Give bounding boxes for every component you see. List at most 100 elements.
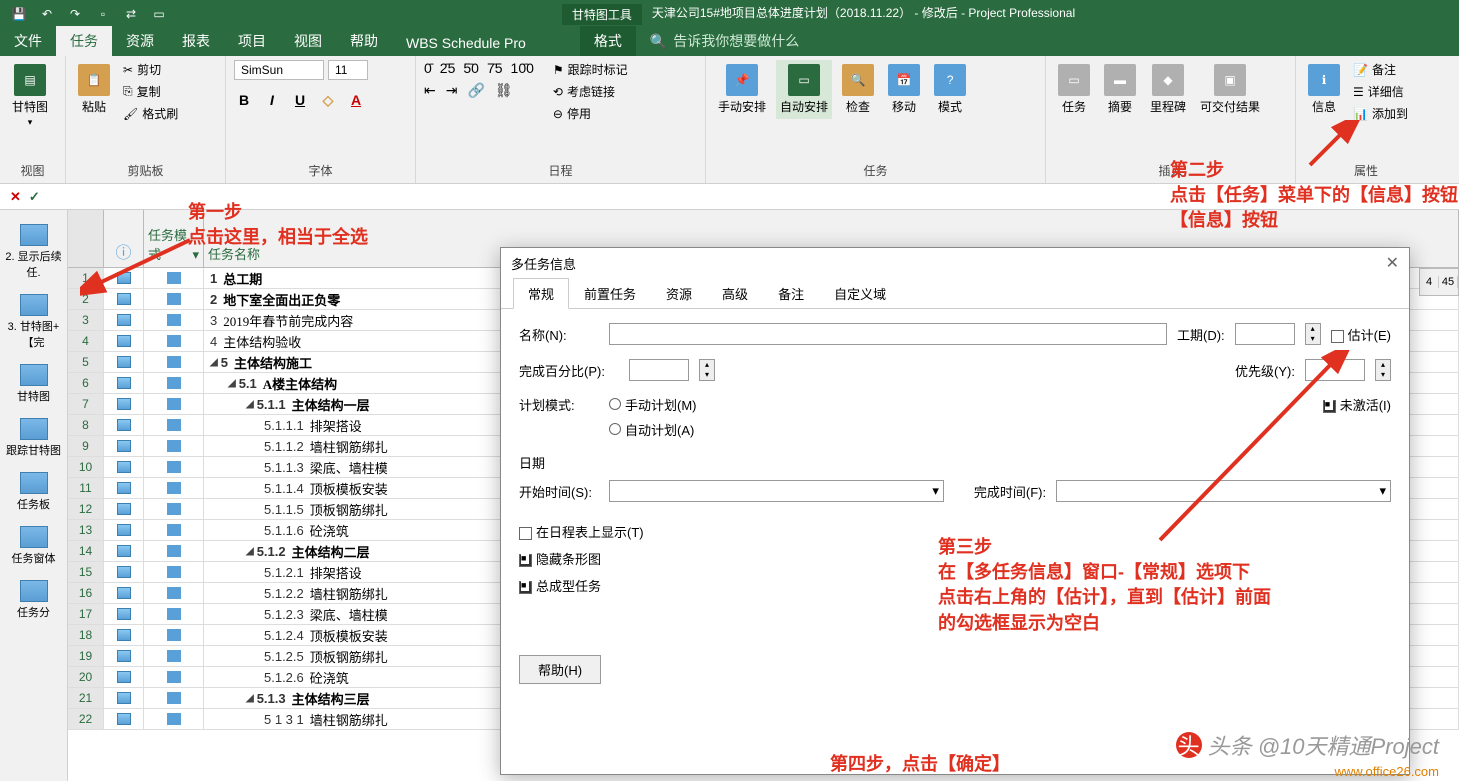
undo-icon[interactable]: ↶: [36, 3, 58, 25]
row-number[interactable]: 8: [68, 415, 104, 435]
pct75-button[interactable]: 7̄5: [487, 60, 503, 76]
row-number[interactable]: 5: [68, 352, 104, 372]
percent-complete-input[interactable]: [629, 359, 689, 381]
outdent-button[interactable]: ⇤: [424, 82, 436, 99]
indent-button[interactable]: ⇥: [446, 82, 458, 99]
confirm-entry-icon[interactable]: ✓: [25, 189, 44, 205]
name-input[interactable]: [609, 323, 1167, 345]
help-button[interactable]: 帮助(H): [519, 655, 601, 684]
pct50-button[interactable]: 5̄0: [463, 60, 479, 76]
tab-help[interactable]: 帮助: [336, 26, 392, 56]
row-number[interactable]: 11: [68, 478, 104, 498]
qat-btn-2[interactable]: ⇄: [120, 3, 142, 25]
pct100-button[interactable]: 10̄0: [511, 60, 534, 76]
unlink-button[interactable]: ⛓: [495, 82, 513, 99]
row-number[interactable]: 6: [68, 373, 104, 393]
dialog-tab-resources[interactable]: 资源: [651, 278, 707, 309]
row-number[interactable]: 16: [68, 583, 104, 603]
tab-format[interactable]: 格式: [580, 26, 636, 56]
manual-schedule-button[interactable]: 📌手动安排: [714, 60, 770, 119]
row-number[interactable]: 22: [68, 709, 104, 729]
bold-button[interactable]: B: [234, 92, 254, 109]
tab-wbs[interactable]: WBS Schedule Pro: [392, 30, 540, 56]
priority-spinner[interactable]: ▴▾: [1375, 359, 1391, 381]
row-number[interactable]: 15: [68, 562, 104, 582]
dialog-tab-advanced[interactable]: 高级: [707, 278, 763, 309]
row-number[interactable]: 4: [68, 331, 104, 351]
respect-links-button[interactable]: ⟲考虑链接: [550, 82, 631, 101]
milestone-button[interactable]: ◆里程碑: [1146, 60, 1190, 119]
inspect-button[interactable]: 🔍检查: [838, 60, 878, 119]
save-icon[interactable]: 💾: [8, 3, 30, 25]
sidepanel-item-6[interactable]: 任务窗体: [8, 522, 60, 570]
row-number[interactable]: 7: [68, 394, 104, 414]
details-button[interactable]: ☰详细信: [1350, 82, 1411, 101]
tab-resource[interactable]: 资源: [112, 26, 168, 56]
sidepanel-item-5[interactable]: 任务板: [13, 468, 54, 516]
information-button[interactable]: ℹ信息: [1304, 60, 1344, 119]
duration-spinner[interactable]: ▴▾: [1305, 323, 1321, 345]
row-number[interactable]: 10: [68, 457, 104, 477]
show-on-timeline-checkbox[interactable]: [519, 527, 532, 540]
auto-plan-radio[interactable]: [609, 423, 621, 435]
summary-button[interactable]: ▬摘要: [1100, 60, 1140, 119]
auto-schedule-button[interactable]: ▭自动安排: [776, 60, 832, 119]
hide-bar-checkbox[interactable]: [519, 554, 532, 567]
row-number[interactable]: 9: [68, 436, 104, 456]
row-number[interactable]: 19: [68, 646, 104, 666]
inactivate-button[interactable]: ⊖停用: [550, 104, 631, 123]
percent-spinner[interactable]: ▴▾: [699, 359, 715, 381]
dialog-tab-general[interactable]: 常规: [513, 278, 569, 309]
cut-button[interactable]: ✂剪切: [120, 60, 181, 79]
dialog-tab-notes[interactable]: 备注: [763, 278, 819, 309]
estimate-checkbox-label[interactable]: 估计(E): [1331, 325, 1391, 344]
sidepanel-item-4[interactable]: 跟踪甘特图: [2, 414, 65, 462]
row-number[interactable]: 18: [68, 625, 104, 645]
tab-view[interactable]: 视图: [280, 26, 336, 56]
row-number[interactable]: 20: [68, 667, 104, 687]
gantt-view-button[interactable]: ▤ 甘特图 ▾: [8, 60, 52, 132]
row-number[interactable]: 3: [68, 310, 104, 330]
track-mark-button[interactable]: ⚑跟踪时标记: [550, 60, 631, 79]
link-button[interactable]: 🔗: [467, 82, 484, 99]
font-name-select[interactable]: SimSun: [234, 60, 324, 80]
row-number[interactable]: 14: [68, 541, 104, 561]
move-button[interactable]: 📅移动: [884, 60, 924, 119]
estimate-checkbox[interactable]: [1331, 330, 1344, 343]
cancel-entry-icon[interactable]: ✕: [6, 189, 25, 205]
tell-me-search[interactable]: 🔍 告诉我你想要做什么: [636, 26, 813, 56]
tab-file[interactable]: 文件: [0, 26, 56, 56]
rollup-checkbox[interactable]: [519, 581, 532, 594]
underline-button[interactable]: U: [290, 92, 310, 109]
sidepanel-item-1[interactable]: 2. 显示后续任.: [0, 220, 67, 284]
row-number[interactable]: 13: [68, 520, 104, 540]
row-number[interactable]: 21: [68, 688, 104, 708]
manual-plan-radio[interactable]: [609, 398, 621, 410]
dialog-tab-predecessors[interactable]: 前置任务: [569, 278, 651, 309]
redo-icon[interactable]: ↷: [64, 3, 86, 25]
qat-btn-3[interactable]: ▭: [148, 3, 170, 25]
copy-button[interactable]: ⎘复制: [120, 82, 181, 101]
fill-color-button[interactable]: ◇: [318, 92, 338, 109]
pct25-button[interactable]: 2̄5: [440, 60, 456, 76]
qat-btn-1[interactable]: ▫: [92, 3, 114, 25]
sidepanel-item-7[interactable]: 任务分: [13, 576, 54, 624]
mode-button[interactable]: ?模式: [930, 60, 970, 119]
sidepanel-item-2[interactable]: 3. 甘特图+【完: [0, 290, 67, 354]
tab-project[interactable]: 项目: [224, 26, 280, 56]
dialog-tab-custom[interactable]: 自定义域: [819, 278, 901, 309]
format-painter-button[interactable]: 🖌格式刷: [120, 104, 181, 123]
italic-button[interactable]: I: [262, 92, 282, 109]
tab-report[interactable]: 报表: [168, 26, 224, 56]
insert-task-button[interactable]: ▭任务: [1054, 60, 1094, 119]
row-number[interactable]: 12: [68, 499, 104, 519]
row-number[interactable]: 17: [68, 604, 104, 624]
deliverable-button[interactable]: ▣可交付结果: [1196, 60, 1264, 119]
paste-button[interactable]: 📋 粘贴: [74, 60, 114, 119]
duration-input[interactable]: [1235, 323, 1295, 345]
start-date-combo[interactable]: [609, 480, 944, 502]
close-icon[interactable]: ✕: [1386, 253, 1399, 273]
tab-task[interactable]: 任务: [56, 26, 112, 56]
font-size-select[interactable]: 11: [328, 60, 368, 80]
pct0-button[interactable]: 0̄: [424, 60, 432, 76]
